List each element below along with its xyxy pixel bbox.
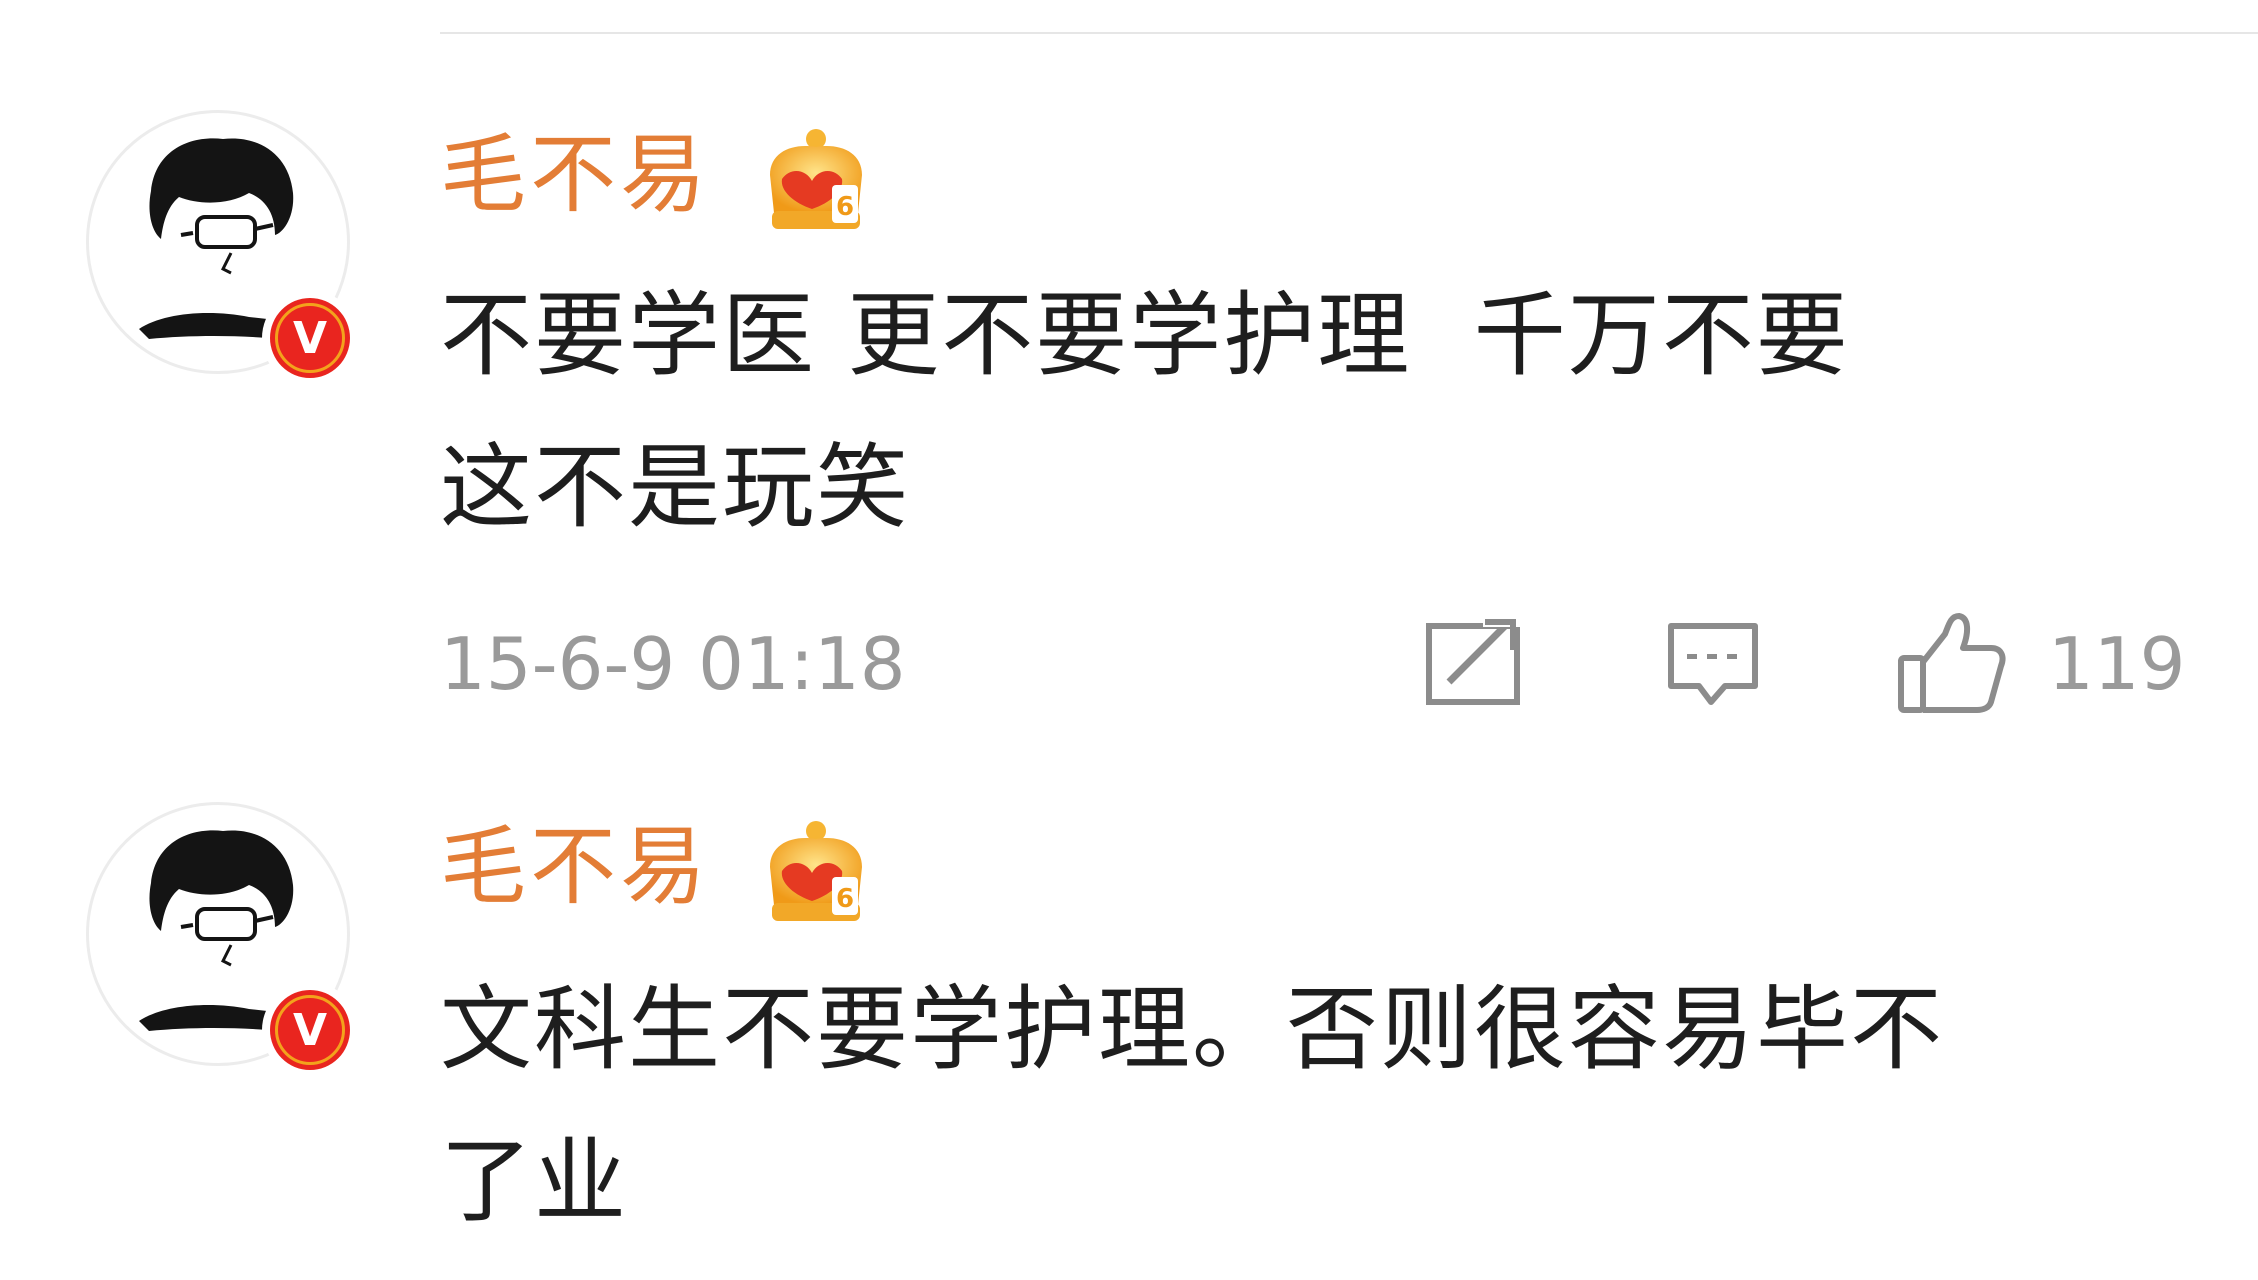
vip-level: 6 [836,884,854,914]
comment-meta: 15-6-9 01:18 119 [440,610,2185,720]
verified-badge: V [262,982,358,1078]
verified-v-icon: V [292,1004,328,1056]
like-count: 119 [2048,622,2186,706]
comment-text: 文科生不要学护理。否则很容易毕不 了业 [440,976,1945,1235]
thumbs-up-icon[interactable] [1895,610,2007,716]
repost-icon[interactable] [1425,616,1525,706]
comment-text: 不要学医 更不要学护理 千万不要 这不是玩笑 [440,282,1850,541]
top-divider [440,32,2258,34]
verified-v-icon: V [292,312,328,364]
vip-crown-icon: 6 [770,129,862,229]
username[interactable]: 毛不易 [440,817,710,917]
comment-icon[interactable] [1665,618,1761,714]
timestamp: 15-6-9 01:18 [440,622,906,706]
vip-level: 6 [836,192,854,222]
vip-crown-icon: 6 [770,821,862,921]
verified-badge: V [262,290,358,386]
username[interactable]: 毛不易 [440,125,710,225]
